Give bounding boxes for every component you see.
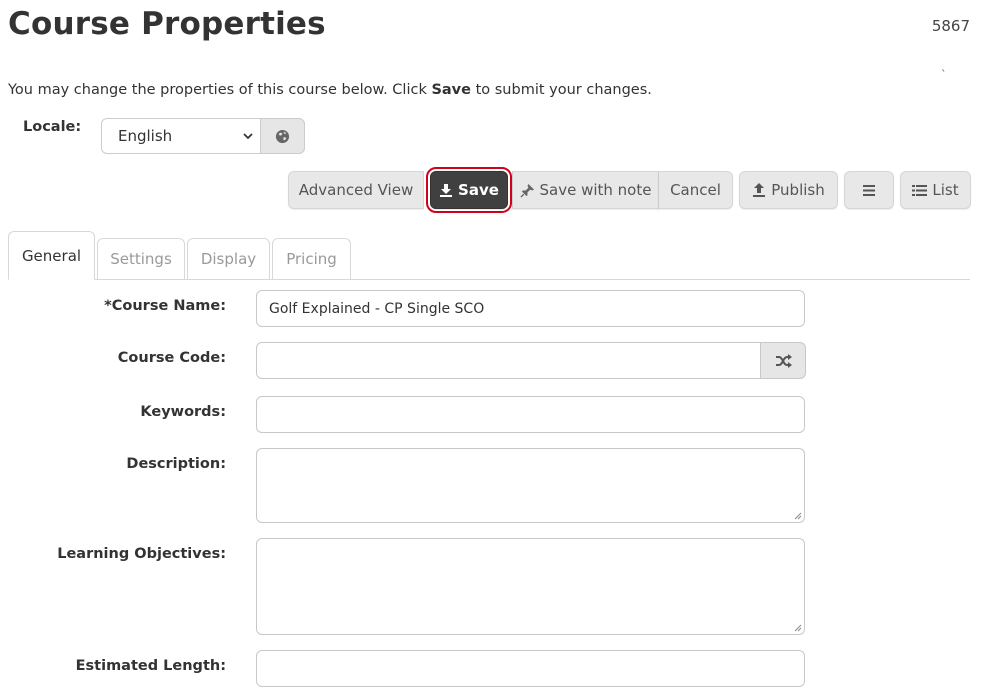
locale-globe-button[interactable]: [260, 118, 305, 154]
learning-objectives-label: Learning Objectives:: [57, 546, 226, 562]
save-label: Save: [458, 181, 499, 199]
course-name-value: Golf Explained - CP Single SCO: [269, 300, 485, 317]
chevron-down-icon: [243, 133, 253, 140]
locale-control: English: [101, 118, 305, 154]
estimated-length-label: Estimated Length:: [75, 658, 226, 674]
globe-icon: [275, 129, 290, 143]
description-textarea[interactable]: [256, 448, 805, 523]
page-title: Course Properties: [8, 6, 326, 42]
shuffle-icon: [775, 353, 792, 368]
menu-button[interactable]: [844, 171, 894, 209]
advanced-view-label: Advanced View: [298, 181, 414, 199]
cancel-label: Cancel: [670, 181, 721, 199]
corner-mark: `: [941, 68, 947, 81]
publish-button[interactable]: Publish: [739, 171, 838, 209]
intro-text-start: You may change the properties of this co…: [8, 82, 432, 98]
keywords-input[interactable]: [256, 396, 805, 433]
description-label: Description:: [126, 456, 226, 472]
generate-code-button[interactable]: [761, 342, 806, 379]
cancel-button[interactable]: Cancel: [658, 171, 733, 209]
estimated-length-input[interactable]: [256, 650, 805, 687]
save-with-note-button[interactable]: Save with note: [512, 171, 659, 209]
save-with-note-label: Save with note: [539, 181, 652, 199]
tab-display[interactable]: Display: [187, 238, 270, 280]
course-code-input[interactable]: [256, 342, 761, 379]
tab-general[interactable]: General: [8, 231, 95, 280]
list-label: List: [932, 181, 959, 199]
resize-handle-icon[interactable]: [794, 624, 802, 632]
course-code-control: [256, 342, 806, 379]
intro-text-save-word: Save: [431, 82, 471, 98]
download-icon: [440, 184, 453, 197]
pushpin-icon: [519, 183, 534, 198]
intro-text: You may change the properties of this co…: [8, 82, 652, 98]
course-name-label: *Course Name:: [104, 298, 226, 314]
resize-handle-icon[interactable]: [794, 512, 802, 520]
advanced-view-button[interactable]: Advanced View: [288, 171, 424, 209]
locale-select[interactable]: English: [101, 118, 260, 154]
tab-bar: General Settings Display Pricing: [8, 231, 970, 280]
upload-icon: [753, 183, 766, 197]
keywords-label: Keywords:: [140, 404, 226, 420]
list-icon: [912, 184, 928, 196]
tab-settings[interactable]: Settings: [97, 238, 185, 280]
record-id: 5867: [931, 17, 970, 35]
locale-label: Locale:: [23, 119, 82, 135]
hamburger-icon: [863, 184, 875, 196]
tab-pricing[interactable]: Pricing: [272, 238, 351, 280]
intro-text-end: to submit your changes.: [470, 82, 652, 98]
list-button[interactable]: List: [900, 171, 971, 209]
locale-selected-value: English: [118, 127, 173, 145]
publish-label: Publish: [771, 181, 825, 199]
learning-objectives-textarea[interactable]: [256, 538, 805, 635]
save-button[interactable]: Save: [426, 167, 512, 213]
course-name-input[interactable]: Golf Explained - CP Single SCO: [256, 290, 805, 327]
course-code-label: Course Code:: [117, 350, 226, 366]
